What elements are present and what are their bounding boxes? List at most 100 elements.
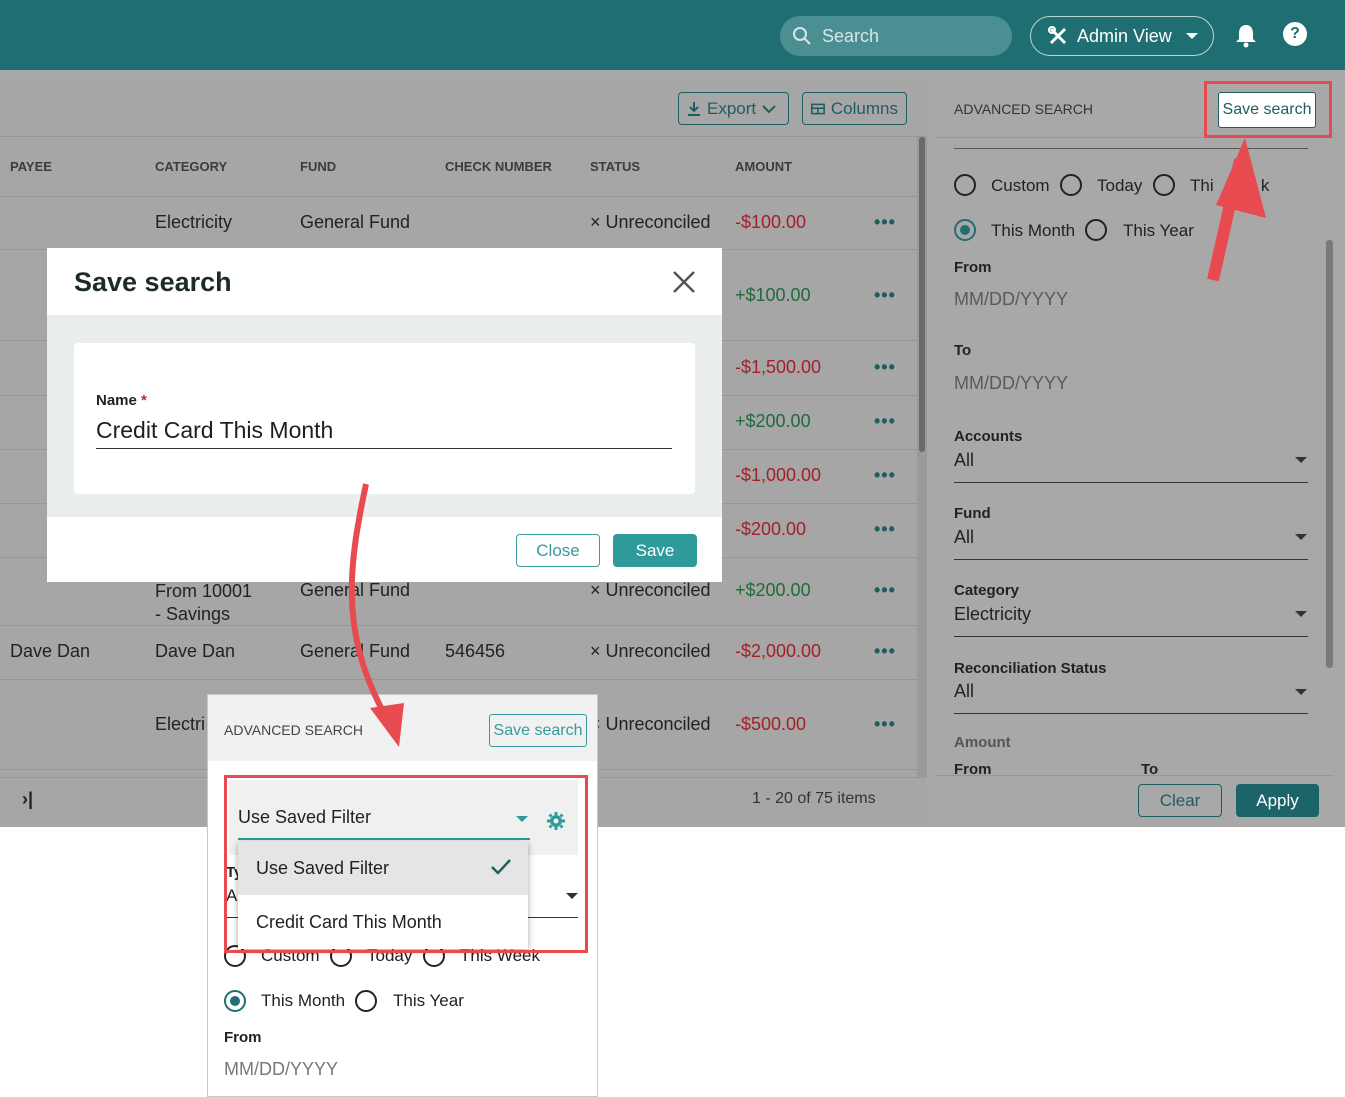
cell-check-number: 546456 — [445, 641, 506, 661]
header-category[interactable]: CATEGORY — [155, 159, 227, 174]
table-row[interactable]: Electricity General Fund × Unreconciled … — [0, 197, 917, 250]
save-button[interactable]: Save — [613, 534, 697, 567]
inset-from-date-input[interactable]: MM/DD/YYYY — [224, 1059, 338, 1080]
dialog-title: Save search — [74, 267, 232, 297]
inset-header: ADVANCED SEARCH Save search — [208, 695, 597, 761]
cell-fund: General Fund — [300, 641, 411, 661]
cell-amount: -$100.00 — [735, 212, 807, 232]
cell-status: × Unreconciled — [590, 714, 711, 734]
header-check-number[interactable]: CHECK NUMBER — [445, 159, 552, 174]
table-toolbar: Export Columns — [0, 80, 927, 137]
cell-status: × Unreconciled — [590, 212, 711, 232]
dialog-header: Save search — [47, 248, 722, 315]
cell-amount: -$1,500.00 — [735, 357, 822, 377]
search-icon — [793, 27, 811, 45]
caret-down-icon — [1295, 457, 1307, 463]
amount-to-label: To — [1141, 761, 1159, 778]
last-page-button[interactable]: ›| — [22, 789, 33, 810]
columns-label: Columns — [830, 98, 898, 118]
radio-this-month[interactable] — [954, 219, 976, 241]
accounts-label: Accounts — [954, 428, 1023, 445]
table-header: PAYEE CATEGORY FUND CHECK NUMBER STATUS … — [0, 137, 917, 197]
radio-this-month-label: This Month — [991, 221, 1076, 240]
radio-this-week[interactable] — [1153, 174, 1175, 196]
cell-status: × Unreconciled — [590, 580, 711, 600]
fund-select[interactable]: All — [954, 527, 974, 548]
help-icon[interactable]: ? — [1283, 22, 1307, 46]
caret-down-icon — [1185, 33, 1198, 39]
header-status[interactable]: STATUS — [590, 159, 640, 174]
fund-label: Fund — [954, 505, 991, 522]
from-label: From — [954, 259, 992, 276]
caret-down-icon — [1295, 534, 1307, 540]
inset-from-label: From — [224, 1029, 262, 1046]
radio-this-year[interactable] — [1085, 219, 1107, 241]
row-actions-button[interactable]: ••• — [874, 411, 896, 432]
amount-label: Amount — [954, 734, 1011, 751]
top-bar: Search Admin View ? — [0, 0, 1345, 70]
radio-this-week-label: Thi k — [1190, 176, 1270, 195]
cell-category: Electri — [155, 714, 206, 734]
radio-custom[interactable] — [954, 174, 976, 196]
close-button[interactable]: Close — [516, 534, 600, 567]
inset-radio-this-year[interactable] — [355, 990, 377, 1012]
divider — [954, 713, 1308, 714]
admin-view-dropdown[interactable]: Admin View — [1030, 16, 1214, 56]
amount-from-label: From — [954, 761, 992, 778]
clear-button[interactable]: Clear — [1138, 784, 1222, 817]
accounts-select[interactable]: All — [954, 450, 974, 471]
row-actions-button[interactable]: ••• — [874, 357, 896, 378]
required-marker: * — [141, 392, 147, 409]
divider — [954, 559, 1308, 560]
inset-radio-this-month[interactable] — [224, 990, 246, 1012]
divider — [954, 482, 1308, 483]
name-input[interactable] — [96, 413, 672, 449]
highlight-box — [224, 775, 588, 953]
table-columns-icon — [811, 103, 825, 114]
inset-radio-this-year-label: This Year — [393, 991, 464, 1010]
cell-category: Dave Dan — [155, 641, 236, 661]
cell-amount: +$100.00 — [735, 285, 811, 305]
header-amount[interactable]: AMOUNT — [735, 159, 792, 174]
cell-amount: -$2,000.00 — [735, 641, 822, 661]
columns-button[interactable]: Columns — [802, 92, 907, 125]
row-actions-button[interactable]: ••• — [874, 714, 896, 735]
table-scrollbar[interactable] — [917, 137, 927, 777]
bell-icon[interactable] — [1233, 22, 1259, 48]
table-scrollbar-thumb[interactable] — [919, 137, 925, 452]
cell-amount: +$200.00 — [735, 411, 811, 431]
global-search[interactable]: Search — [780, 16, 1012, 56]
header-payee[interactable]: PAYEE — [10, 159, 52, 174]
pager-info: 1 - 20 of 75 items — [752, 790, 876, 807]
row-actions-button[interactable]: ••• — [874, 641, 896, 662]
caret-down-icon — [1295, 611, 1307, 617]
dialog-form-card: Name * — [74, 343, 695, 494]
row-actions-button[interactable]: ••• — [874, 580, 896, 601]
advanced-search-scrollbar[interactable] — [1326, 240, 1333, 668]
highlight-box — [1204, 81, 1332, 138]
cell-category: From 10001 - Savings — [155, 580, 252, 626]
caret-down-icon — [1295, 689, 1307, 695]
header-fund[interactable]: FUND — [300, 159, 336, 174]
row-actions-button[interactable]: ••• — [874, 285, 896, 306]
table-row[interactable]: Dave Dan Dave Dan General Fund 546456 × … — [0, 626, 917, 680]
inset-save-search-button[interactable]: Save search — [489, 714, 587, 747]
reconciliation-select[interactable]: All — [954, 681, 974, 702]
download-icon — [688, 101, 700, 116]
close-icon[interactable] — [670, 268, 698, 296]
cell-status: × Unreconciled — [590, 641, 711, 661]
cell-fund: General Fund — [300, 580, 411, 600]
row-actions-button[interactable]: ••• — [874, 465, 896, 486]
from-date-input[interactable]: MM/DD/YYYY — [954, 289, 1068, 310]
to-date-input[interactable]: MM/DD/YYYY — [954, 373, 1068, 394]
row-actions-button[interactable]: ••• — [874, 212, 896, 233]
category-select[interactable]: Electricity — [954, 604, 1031, 625]
cell-amount: -$1,000.00 — [735, 465, 822, 485]
inset-title: ADVANCED SEARCH — [224, 722, 363, 738]
apply-button[interactable]: Apply — [1236, 784, 1319, 817]
cell-category-line: From 10001 — [155, 581, 253, 601]
row-actions-button[interactable]: ••• — [874, 519, 896, 540]
export-button[interactable]: Export — [678, 92, 789, 125]
radio-today[interactable] — [1060, 174, 1082, 196]
to-label: To — [954, 342, 972, 359]
